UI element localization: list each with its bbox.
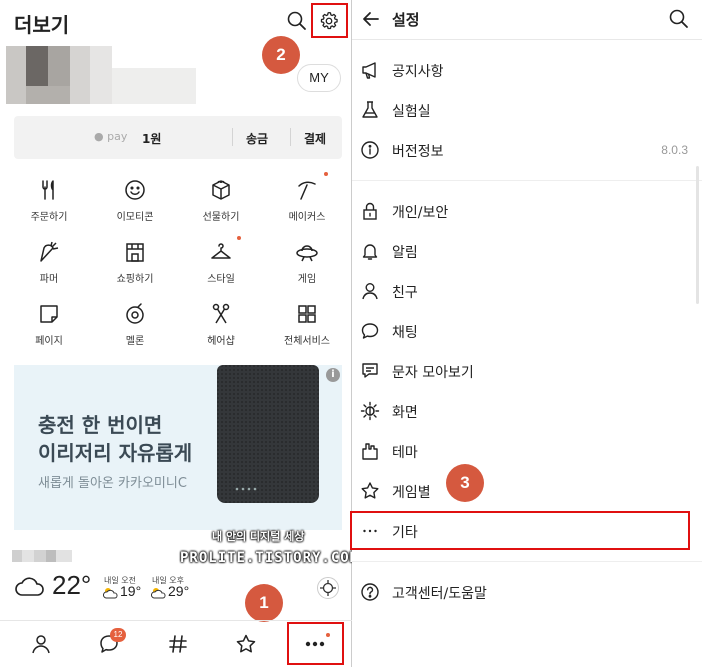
divider — [352, 180, 702, 181]
star-icon — [360, 481, 380, 501]
step-badge-3: 3 — [446, 464, 484, 502]
settings-item-friends[interactable]: 친구 — [352, 271, 702, 311]
service-farmer[interactable]: 파머 — [14, 234, 84, 286]
smiley-icon — [123, 178, 147, 202]
avatar[interactable] — [6, 46, 196, 104]
fork-knife-icon — [37, 178, 61, 202]
settings-item-lab[interactable]: 실험실 — [352, 90, 702, 130]
gear-icon[interactable] — [318, 10, 340, 32]
service-emoticon[interactable]: 이모티콘 — [100, 172, 170, 224]
new-dot — [324, 172, 328, 176]
service-hairshop[interactable]: 헤어샵 — [186, 296, 256, 348]
carrot-icon — [37, 240, 61, 264]
my-button[interactable]: MY — [297, 64, 341, 92]
divider — [352, 561, 702, 562]
settings-item-alarm[interactable]: 알림 — [352, 231, 702, 271]
search-icon[interactable] — [286, 10, 308, 32]
friends-tab-icon[interactable] — [30, 633, 52, 655]
settings-item-help[interactable]: 고객센터/도움말 — [352, 572, 702, 612]
settings-item-version[interactable]: 버전정보 8.0.3 — [352, 130, 702, 170]
scrollbar[interactable] — [696, 166, 699, 304]
step-badge-1: 1 — [245, 584, 283, 622]
sun-cloud-icon — [150, 585, 166, 599]
settings-item-display[interactable]: 화면 — [352, 391, 702, 431]
settings-panel: 설정 공지사항 실험실 버전정보 8.0.3 개인/보안 알림 친구 채팅 문자… — [350, 0, 702, 667]
new-dot — [237, 236, 241, 240]
ad-headline-1: 충전 한 번이면 — [38, 413, 163, 437]
page-icon — [37, 302, 61, 326]
speaker-image — [217, 365, 319, 503]
ad-banner[interactable]: 충전 한 번이면 이리저리 자유롭게 새롭게 돌아온 카카오미니C i — [14, 365, 342, 530]
settings-item-privacy[interactable]: 개인/보안 — [352, 191, 702, 231]
pickaxe-icon — [295, 178, 319, 202]
star-tab-icon[interactable] — [235, 633, 257, 655]
service-order[interactable]: 주문하기 — [14, 172, 84, 224]
settings-item-gamestar[interactable]: 게임별 — [352, 471, 702, 511]
settings-title: 설정 — [392, 11, 420, 29]
cloud-icon — [14, 574, 46, 598]
scissors-icon — [209, 302, 233, 326]
more-highlight-box — [287, 622, 344, 665]
megaphone-icon — [360, 60, 380, 80]
service-all[interactable]: 전체서비스 — [272, 296, 342, 348]
settings-header: 설정 — [352, 0, 702, 40]
pay-pay-button[interactable]: 결제 — [304, 130, 326, 147]
help-icon — [360, 582, 380, 602]
lock-icon — [360, 201, 380, 221]
etc-highlight-box — [350, 511, 690, 550]
store-icon — [123, 240, 147, 264]
melon-icon — [123, 302, 147, 326]
flask-icon — [360, 100, 380, 120]
divider — [290, 128, 291, 146]
more-header: 더보기 — [0, 0, 352, 44]
back-arrow-icon[interactable] — [360, 8, 382, 30]
version-value: 8.0.3 — [661, 143, 688, 157]
settings-item-sms[interactable]: 문자 모아보기 — [352, 351, 702, 391]
pay-send-button[interactable]: 송금 — [246, 130, 268, 147]
hanger-icon — [209, 240, 233, 264]
service-makers[interactable]: 메이커스 — [272, 172, 342, 224]
settings-item-theme[interactable]: 테마 — [352, 431, 702, 471]
hashtag-tab-icon[interactable] — [167, 633, 189, 655]
chat-bubble-icon — [360, 321, 380, 341]
tomorrow-am-temp: 19° — [120, 583, 142, 599]
sms-icon — [360, 361, 380, 381]
kakaopay-bar[interactable]: ● pay 1원 송금 결제 — [14, 116, 342, 159]
weather-widget[interactable]: 22° 내일 오전 19° 내일 오후 29° — [0, 540, 352, 620]
info-icon — [360, 140, 380, 160]
chat-unread-badge: 12 — [110, 628, 126, 642]
settings-item-notice[interactable]: 공지사항 — [352, 50, 702, 90]
settings-item-chat[interactable]: 채팅 — [352, 311, 702, 351]
search-icon[interactable] — [668, 8, 690, 30]
pay-balance[interactable]: 1원 — [142, 130, 161, 147]
pay-logo: ● pay — [94, 130, 128, 143]
current-temperature: 22° — [52, 570, 92, 600]
page-title: 더보기 — [14, 13, 70, 37]
service-shopping[interactable]: 쇼핑하기 — [100, 234, 170, 286]
tomorrow-pm-temp: 29° — [168, 583, 190, 599]
service-style[interactable]: 스타일 — [186, 234, 256, 286]
weather-location — [12, 550, 74, 562]
step-badge-2: 2 — [262, 36, 300, 74]
service-gift[interactable]: 선물하기 — [186, 172, 256, 224]
more-panel: 더보기 2 MY ● pay 1원 송금 결제 주문하기 이모티콘 선물하기 메… — [0, 0, 358, 667]
ad-subtitle: 새롭게 돌아온 카카오미니C — [38, 476, 187, 491]
ad-info-icon[interactable]: i — [326, 368, 340, 382]
sun-cloud-icon — [102, 585, 118, 599]
theme-icon — [360, 441, 380, 461]
gift-icon — [209, 178, 233, 202]
grid-icon — [295, 302, 319, 326]
ad-headline-2: 이리저리 자유롭게 — [38, 441, 193, 465]
brightness-icon — [360, 401, 380, 421]
ufo-icon — [295, 240, 319, 264]
divider — [232, 128, 233, 146]
service-game[interactable]: 게임 — [272, 234, 342, 286]
service-page[interactable]: 페이지 — [14, 296, 84, 348]
bell-icon — [360, 241, 380, 261]
person-icon — [360, 281, 380, 301]
location-target-icon[interactable] — [317, 577, 339, 599]
service-melon[interactable]: 멜론 — [100, 296, 170, 348]
